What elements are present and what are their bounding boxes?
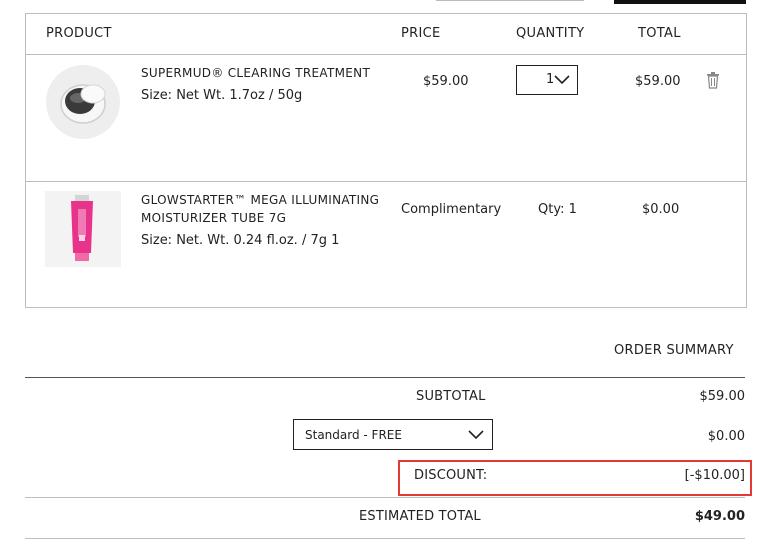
product-name[interactable]: GLOWSTARTER™ MEGA ILLUMINATING: [141, 191, 379, 209]
jar-icon[interactable]: [45, 64, 121, 140]
shipping-method-select[interactable]: Standard - FREE: [293, 419, 493, 450]
estimated-total-label: ESTIMATED TOTAL: [359, 509, 481, 524]
subtotal-value: $59.00: [699, 389, 746, 404]
cart-table: PRODUCT PRICE QUANTITY TOTAL SUPERMUD® C…: [25, 13, 747, 308]
chevron-down-icon: [554, 75, 570, 85]
product-name-line2[interactable]: MOISTURIZER TUBE 7G: [141, 209, 286, 227]
quantity-select[interactable]: 1: [516, 65, 578, 95]
estimated-total-value: $49.00: [694, 509, 745, 524]
total-divider: [25, 538, 745, 539]
header-price: PRICE: [401, 26, 441, 41]
top-input-field[interactable]: [436, 0, 584, 1]
top-action-button[interactable]: [614, 0, 746, 4]
header-divider: [26, 54, 746, 55]
product-quantity: Qty: 1: [538, 202, 577, 217]
trash-icon[interactable]: [706, 72, 720, 89]
product-price: Complimentary: [401, 202, 502, 217]
shipping-value: $0.00: [707, 429, 745, 444]
product-total: $0.00: [642, 202, 680, 217]
tube-icon[interactable]: [45, 191, 121, 267]
product-total: $59.00: [635, 74, 681, 89]
discount-value: [-$10.00]: [684, 468, 745, 483]
shipping-method-value: Standard - FREE: [305, 428, 402, 442]
product-price: $59.00: [423, 74, 469, 89]
row-divider: [26, 181, 746, 182]
summary-divider: [25, 377, 745, 378]
order-summary-title: ORDER SUMMARY: [614, 343, 734, 358]
chevron-down-icon: [468, 430, 484, 440]
header-total: TOTAL: [638, 26, 681, 41]
header-quantity: QUANTITY: [516, 26, 585, 41]
product-name[interactable]: SUPERMUD® CLEARING TREATMENT: [141, 64, 370, 82]
subtotal-label: SUBTOTAL: [416, 389, 486, 404]
discount-divider: [25, 497, 745, 498]
header-product: PRODUCT: [46, 26, 112, 41]
discount-label: DISCOUNT:: [414, 468, 488, 483]
product-size: Size: Net. Wt. 0.24 fl.oz. / 7g 1: [141, 233, 340, 248]
product-size: Size: Net Wt. 1.7oz / 50g: [141, 88, 303, 103]
